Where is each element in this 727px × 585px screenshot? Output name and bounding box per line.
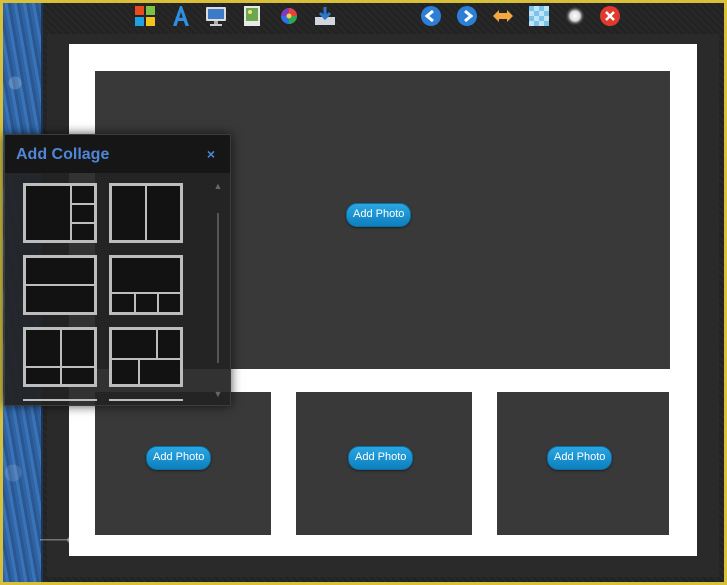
add-collage-panel: Add Collage × ▲ ▼ [4,134,231,406]
scroll-track[interactable] [217,213,219,363]
undo-icon[interactable] [420,5,442,27]
scroll-up-icon[interactable]: ▲ [213,181,223,191]
layout-thumbnail[interactable] [23,255,97,315]
panel-scrollbar[interactable]: ▲ ▼ [213,181,223,403]
save-icon[interactable] [314,5,336,27]
monitor-icon[interactable] [205,5,227,27]
layout-thumbnail[interactable] [109,327,183,387]
photo-slot-bottom-left[interactable]: Add Photo [95,392,271,535]
color-wheel-icon[interactable] [278,5,300,27]
collage-layout-list [23,181,193,401]
image-icon[interactable] [241,5,263,27]
close-panel-icon[interactable]: × [204,147,218,161]
layout-thumbnail[interactable] [23,183,97,243]
panel-title: Add Collage [16,146,110,163]
transparency-icon[interactable] [528,5,550,27]
scroll-down-icon[interactable]: ▼ [213,389,223,399]
add-photo-button[interactable]: Add Photo [547,446,613,470]
toolbar [130,3,630,29]
layout-thumbnail[interactable] [109,183,183,243]
close-icon[interactable] [599,5,621,27]
photo-slot-bottom-center[interactable]: Add Photo [296,392,472,535]
swap-icon[interactable] [492,5,514,27]
layout-icon[interactable] [134,5,156,27]
add-photo-button[interactable]: Add Photo [146,446,212,470]
layout-thumbnail[interactable] [23,327,97,387]
photo-slot-bottom-right[interactable]: Add Photo [497,392,669,535]
layout-thumbnail[interactable] [109,399,183,401]
watermark [40,533,200,547]
panel-header[interactable]: Add Collage × [5,135,230,173]
layout-thumbnail[interactable] [23,399,97,401]
text-icon[interactable] [170,5,192,27]
add-photo-button[interactable]: Add Photo [348,446,414,470]
layout-thumbnail[interactable] [109,255,183,315]
add-photo-button[interactable]: Add Photo [346,203,412,227]
redo-icon[interactable] [456,5,478,27]
glow-icon[interactable] [564,5,586,27]
